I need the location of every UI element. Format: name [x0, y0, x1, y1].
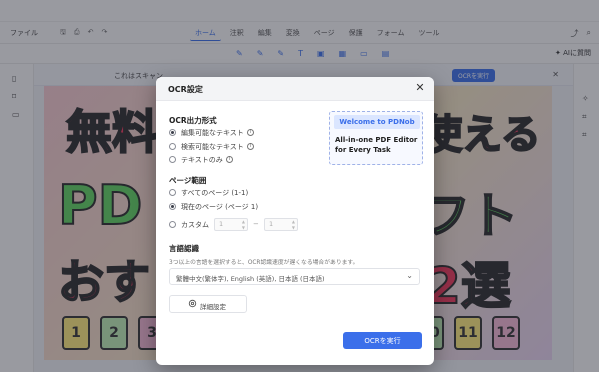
radio-custom[interactable]: カスタム: [169, 219, 209, 230]
output-format-label: OCR出力形式: [169, 116, 217, 125]
radio-label: 現在のページ (ページ 1): [181, 202, 259, 211]
radio-button[interactable]: [169, 189, 176, 196]
page-to-value: 1: [269, 220, 274, 228]
page-from-value: 1: [219, 220, 224, 228]
info-icon[interactable]: i: [246, 143, 254, 150]
radio-searchable-text[interactable]: 検索可能なテキスト i: [169, 141, 254, 152]
range-separator: −: [253, 220, 259, 228]
language-select[interactable]: 繁體中文(繁体字), English (英語), 日本語 (日本語) ⌄: [169, 268, 420, 285]
ocr-settings-dialog: OCR設定 ✕ OCR出力形式 編集可能なテキスト i 検索可能なテキスト i …: [156, 77, 434, 365]
dialog-header: OCR設定 ✕: [156, 77, 434, 101]
close-icon[interactable]: ✕: [413, 81, 427, 95]
dialog-title: OCR設定: [168, 85, 203, 94]
preview-body: All-in-one PDF Editor for Every Task: [335, 136, 418, 154]
preview-header: Welcome to PDNob: [334, 115, 420, 129]
radio-label: 編集可能なテキスト: [181, 128, 244, 137]
gear-icon: [188, 299, 197, 308]
radio-label: 検索可能なテキスト: [181, 142, 244, 151]
page-range-label: ページ範囲: [169, 176, 207, 185]
language-note: 3つ以上の言語を選択すると、OCR認識速度が遅くなる場合があります。: [169, 260, 359, 266]
advanced-settings-button[interactable]: 詳細設定: [169, 295, 247, 313]
advanced-settings-label: 詳細設定: [200, 303, 226, 311]
radio-editable-text[interactable]: 編集可能なテキスト i: [169, 127, 254, 138]
radio-text-only[interactable]: テキストのみ i: [169, 154, 233, 165]
format-preview: Welcome to PDNob All-in-one PDF Editor f…: [329, 111, 423, 165]
chevron-down-icon: ⌄: [406, 271, 413, 280]
radio-button[interactable]: [169, 129, 176, 136]
run-ocr-label: OCRを実行: [364, 337, 401, 345]
radio-label: テキストのみ: [181, 155, 223, 164]
radio-current-page[interactable]: 現在のページ (ページ 1): [169, 201, 258, 212]
radio-button[interactable]: [169, 156, 176, 163]
info-icon[interactable]: i: [225, 156, 233, 163]
radio-button[interactable]: [169, 203, 176, 210]
page-from-input[interactable]: 1 ▲ ▼: [214, 218, 248, 231]
stepper-icon[interactable]: ▲ ▼: [242, 219, 245, 230]
page-to-input[interactable]: 1 ▲ ▼: [264, 218, 298, 231]
info-icon[interactable]: i: [246, 129, 254, 136]
stepper-icon[interactable]: ▲ ▼: [292, 219, 295, 230]
radio-button[interactable]: [169, 143, 176, 150]
radio-label: カスタム: [181, 220, 209, 229]
radio-button[interactable]: [169, 221, 176, 228]
radio-label: すべてのページ (1-1): [181, 188, 249, 197]
language-label: 言語認識: [169, 244, 199, 253]
language-selected: 繁體中文(繁体字), English (英語), 日本語 (日本語): [176, 275, 325, 283]
run-ocr-button[interactable]: OCRを実行: [343, 332, 422, 349]
radio-all-pages[interactable]: すべてのページ (1-1): [169, 187, 248, 198]
